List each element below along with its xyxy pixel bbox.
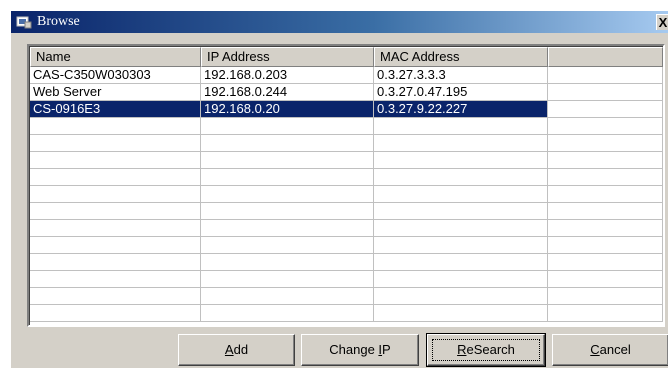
cell-name: Web Server: [30, 84, 201, 101]
cell-empty: [374, 135, 548, 152]
cell-empty: [548, 67, 663, 84]
cell-ip-address: 192.168.0.20: [201, 101, 374, 118]
cell-empty: [201, 169, 374, 186]
window-title: Browse: [37, 14, 80, 29]
cell-empty: [30, 203, 201, 220]
cell-empty: [548, 305, 663, 322]
change-ip-button[interactable]: Change IP: [301, 334, 419, 366]
cell-empty: [30, 186, 201, 203]
cell-empty: [374, 152, 548, 169]
cell-empty: [30, 220, 201, 237]
empty-row: [30, 305, 663, 322]
list-header: Name IP Address MAC Address: [30, 47, 663, 67]
cell-empty: [374, 186, 548, 203]
cancel-button[interactable]: Cancel: [552, 334, 668, 366]
cell-empty: [548, 186, 663, 203]
empty-row: [30, 237, 663, 254]
cancel-button-mnemonic: C: [590, 342, 600, 357]
empty-row: [30, 220, 663, 237]
change-ip-button-label-rest: P: [382, 342, 391, 357]
cell-name: CS-0916E3: [30, 101, 201, 118]
cell-empty: [30, 169, 201, 186]
add-button-label-rest: dd: [233, 342, 249, 357]
add-button-mnemonic: A: [224, 342, 234, 357]
column-header-name[interactable]: Name: [30, 47, 201, 67]
cell-empty: [201, 152, 374, 169]
close-icon: X: [658, 15, 668, 30]
cell-empty: [374, 237, 548, 254]
cell-empty: [201, 288, 374, 305]
browse-dialog: Browse X Name IP Address MAC Address CAS…: [10, 10, 668, 368]
cell-empty: [548, 169, 663, 186]
cell-empty: [30, 271, 201, 288]
cell-empty: [548, 203, 663, 220]
column-header-ip-address[interactable]: IP Address: [201, 47, 374, 67]
cell-empty: [548, 84, 663, 101]
cell-empty: [374, 254, 548, 271]
device-list-frame: Name IP Address MAC Address CAS-C350W030…: [29, 46, 663, 325]
column-header-empty[interactable]: [548, 47, 663, 67]
focus-rectangle: [432, 339, 540, 361]
cell-empty: [201, 271, 374, 288]
cell-empty: [548, 135, 663, 152]
cell-empty: [30, 135, 201, 152]
cell-empty: [374, 271, 548, 288]
cell-empty: [201, 118, 374, 135]
change-ip-button-label-start: Change: [329, 342, 379, 357]
empty-row: [30, 271, 663, 288]
cell-empty: [548, 101, 663, 118]
cell-empty: [201, 305, 374, 322]
cell-empty: [374, 220, 548, 237]
cell-empty: [548, 271, 663, 288]
cell-empty: [201, 254, 374, 271]
device-list[interactable]: Name IP Address MAC Address CAS-C350W030…: [27, 44, 665, 327]
empty-row: [30, 118, 663, 135]
cell-empty: [374, 288, 548, 305]
cell-mac-address: 0.3.27.0.47.195: [374, 84, 548, 101]
table-row[interactable]: Web Server 192.168.0.244 0.3.27.0.47.195: [30, 84, 663, 101]
cell-empty: [548, 288, 663, 305]
column-header-mac-address[interactable]: MAC Address: [374, 47, 548, 67]
cell-ip-address: 192.168.0.203: [201, 67, 374, 84]
research-button[interactable]: ReSearch: [426, 333, 546, 367]
cell-mac-address: 0.3.27.3.3.3: [374, 67, 548, 84]
cell-empty: [548, 220, 663, 237]
add-button[interactable]: Add: [178, 334, 295, 366]
cell-empty: [374, 305, 548, 322]
empty-row: [30, 186, 663, 203]
cell-empty: [30, 288, 201, 305]
cell-name: CAS-C350W030303: [30, 67, 201, 84]
empty-row: [30, 135, 663, 152]
cell-empty: [30, 237, 201, 254]
cell-mac-address: 0.3.27.9.22.227: [374, 101, 548, 118]
empty-row: [30, 169, 663, 186]
cell-empty: [201, 220, 374, 237]
cell-empty: [374, 203, 548, 220]
cell-empty: [30, 152, 201, 169]
cell-empty: [374, 169, 548, 186]
cancel-button-label-rest: ancel: [599, 342, 631, 357]
cell-empty: [30, 254, 201, 271]
cell-empty: [201, 237, 374, 254]
cell-empty: [30, 305, 201, 322]
cell-empty: [548, 237, 663, 254]
cell-empty: [548, 118, 663, 135]
empty-row: [30, 254, 663, 271]
table-row[interactable]: CS-0916E3 192.168.0.20 0.3.27.9.22.227: [30, 101, 663, 118]
cell-empty: [201, 186, 374, 203]
cell-empty: [374, 118, 548, 135]
cell-empty: [548, 152, 663, 169]
empty-row: [30, 203, 663, 220]
cell-empty: [548, 254, 663, 271]
empty-row: [30, 152, 663, 169]
close-button[interactable]: X: [656, 14, 668, 30]
cell-empty: [201, 135, 374, 152]
cell-empty: [30, 118, 201, 135]
cell-empty: [201, 203, 374, 220]
cell-ip-address: 192.168.0.244: [201, 84, 374, 101]
title-bar[interactable]: Browse X: [11, 11, 668, 33]
empty-row: [30, 288, 663, 305]
table-row[interactable]: CAS-C350W030303 192.168.0.203 0.3.27.3.3.3: [30, 67, 663, 84]
browse-window-icon: [16, 16, 32, 29]
